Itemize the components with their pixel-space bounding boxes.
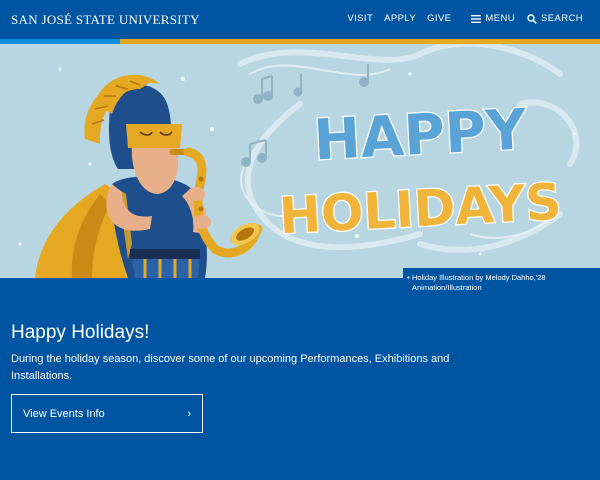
header-nav: VISIT APPLY GIVE MENU SEARCH <box>336 13 583 24</box>
page-heading: Happy Holidays! <box>11 322 150 343</box>
site-logo[interactable]: SAN JOSÉ STATE UNIVERSITY <box>11 12 200 28</box>
search-button[interactable]: SEARCH <box>527 13 583 24</box>
chevron-right-icon: › <box>187 407 191 420</box>
view-events-button[interactable]: View Events Info › <box>11 394 203 433</box>
illustration-caption: • Holiday Illustration by Melody Dahho,'… <box>403 268 600 298</box>
art-title-happy: HAPPY <box>312 97 529 173</box>
caption-line-2: Animation/Illustration <box>412 283 482 292</box>
search-label: SEARCH <box>541 13 583 24</box>
nav-link-apply[interactable]: APPLY <box>384 13 416 24</box>
caption-bullet: • <box>407 273 410 282</box>
nav-link-give[interactable]: GIVE <box>427 13 451 24</box>
hero-banner: HAPPY HOLIDAYS <box>0 44 600 278</box>
search-icon <box>527 13 537 24</box>
nav-link-visit[interactable]: VISIT <box>347 13 373 24</box>
page-description: During the holiday season, discover some… <box>11 353 450 382</box>
menu-button[interactable]: MENU <box>471 13 515 24</box>
caption-line-1: Holiday Illustration by Melody Dahho,'28 <box>412 273 546 282</box>
hamburger-icon <box>471 14 482 23</box>
menu-label: MENU <box>485 13 515 24</box>
site-header: SAN JOSÉ STATE UNIVERSITY VISIT APPLY GI… <box>0 0 600 39</box>
view-events-label: View Events Info <box>23 407 105 420</box>
holiday-illustration: HAPPY HOLIDAYS <box>0 44 600 278</box>
